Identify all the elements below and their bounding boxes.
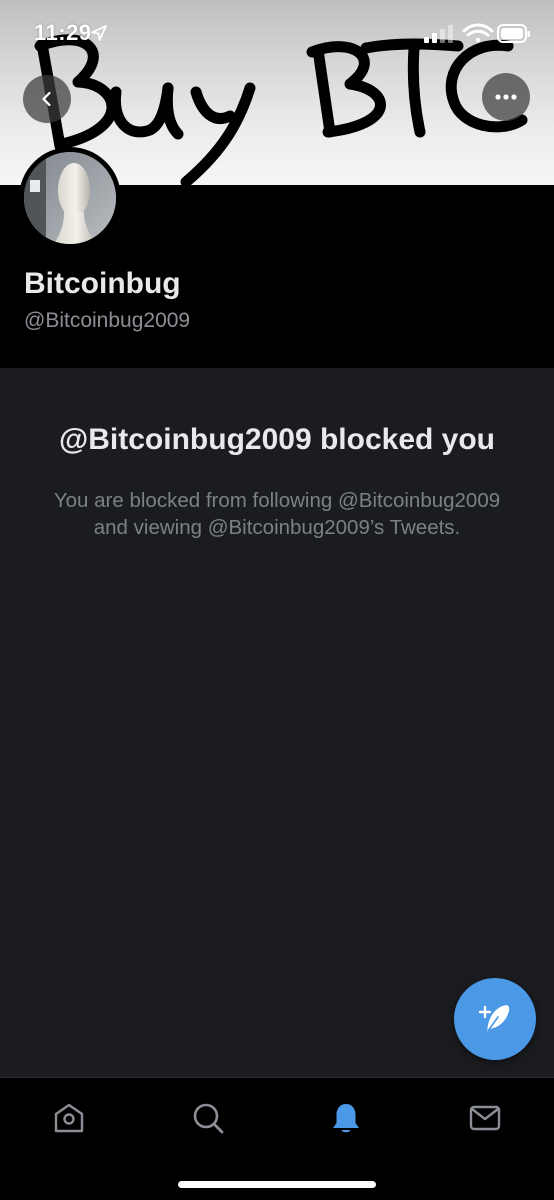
more-options-button[interactable] xyxy=(482,73,530,121)
ellipsis-icon xyxy=(495,94,517,100)
home-icon xyxy=(54,1103,84,1133)
cellular-signal-icon xyxy=(424,25,453,43)
status-time: 11:29 xyxy=(34,20,92,45)
wifi-icon xyxy=(462,23,494,43)
tab-search[interactable] xyxy=(188,1098,228,1138)
home-indicator[interactable] xyxy=(178,1181,376,1188)
search-icon xyxy=(193,1103,224,1134)
back-button[interactable] xyxy=(23,75,71,123)
status-bar: 11:29 xyxy=(0,0,554,64)
compose-tweet-icon xyxy=(478,1005,510,1032)
location-arrow-icon xyxy=(91,25,107,41)
username-handle: @Bitcoinbug2009 xyxy=(24,309,191,332)
profile-screen: 11:29 Bitcoinbug @Bitcoinbug2009 @Bitcoi… xyxy=(0,0,554,1200)
profile-avatar[interactable] xyxy=(19,147,121,249)
notifications-bell-icon xyxy=(333,1104,359,1133)
status-indicators xyxy=(424,23,530,43)
avatar-image xyxy=(24,152,116,244)
blocked-title: @Bitcoinbug2009 blocked you xyxy=(59,423,495,456)
blocked-notice: @Bitcoinbug2009 blocked you You are bloc… xyxy=(40,420,514,541)
display-name: Bitcoinbug xyxy=(24,267,181,300)
messages-envelope-icon xyxy=(469,1105,501,1131)
battery-icon xyxy=(497,24,530,43)
chevron-left-icon xyxy=(42,91,51,107)
mannequin-photo xyxy=(24,152,116,244)
tab-home[interactable] xyxy=(49,1098,89,1138)
tab-notifications[interactable] xyxy=(326,1098,366,1138)
compose-tweet-button[interactable] xyxy=(454,978,536,1060)
blocked-description: You are blocked from following @Bitcoinb… xyxy=(53,489,501,539)
tab-messages[interactable] xyxy=(465,1098,505,1138)
